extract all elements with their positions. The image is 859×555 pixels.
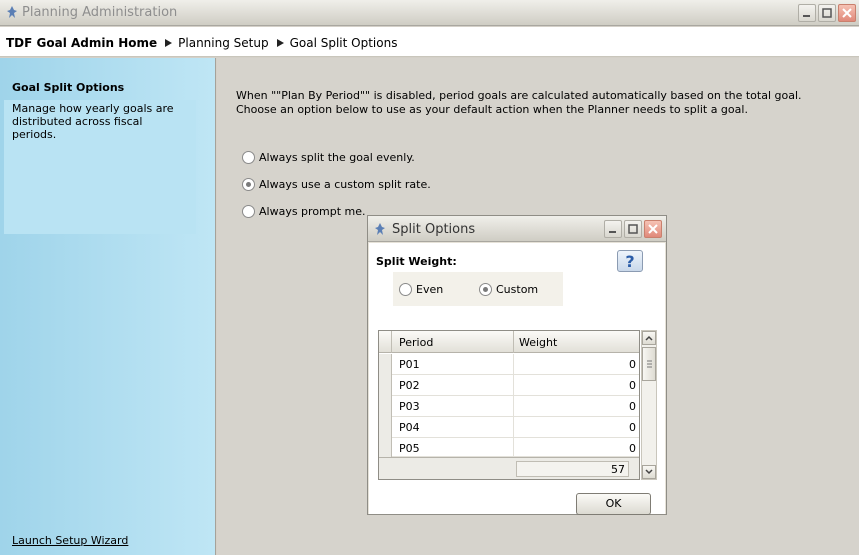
split-weight-selector: Even Custom [393, 272, 563, 306]
window-titlebar: Planning Administration [0, 0, 859, 26]
option-prompt-me[interactable]: Always prompt me. [242, 203, 366, 219]
grid-footer: 57 [379, 457, 639, 479]
breadcrumb-planning-setup[interactable]: Planning Setup [178, 36, 268, 50]
cell-weight[interactable]: 0 [513, 417, 639, 438]
row-selector[interactable] [379, 438, 392, 457]
window-title: Planning Administration [22, 5, 178, 20]
cell-period: P03 [399, 400, 420, 413]
app-icon [375, 223, 385, 235]
scroll-down-button[interactable] [642, 465, 656, 479]
split-options-dialog: Split Options Split Weight: ? Even Custo… [367, 215, 667, 515]
row-selector[interactable] [379, 396, 392, 417]
minimize-icon [609, 231, 616, 233]
weight-total: 57 [516, 461, 629, 477]
option-split-evenly-label: Always split the goal evenly. [259, 150, 415, 164]
breadcrumb-arrow-icon [165, 39, 173, 47]
close-button[interactable] [838, 4, 856, 22]
option-prompt-me-label: Always prompt me. [259, 204, 366, 218]
period-weight-grid: Period Weight P01 0 P02 0 P03 0 P04 0 P0… [378, 330, 640, 480]
maximize-icon [822, 8, 832, 18]
minimize-icon [803, 15, 810, 17]
grip-icon [647, 360, 652, 368]
chevron-down-icon [645, 469, 653, 475]
table-row[interactable]: P02 0 [379, 375, 639, 396]
dialog-titlebar: Split Options [368, 216, 666, 242]
chevron-up-icon [645, 335, 653, 341]
ok-button[interactable]: OK [576, 493, 651, 515]
row-selector[interactable] [379, 375, 392, 396]
table-row[interactable]: P03 0 [379, 396, 639, 417]
help-button[interactable]: ? [617, 250, 643, 272]
help-icon: ? [625, 252, 634, 271]
option-even-label: Even [416, 282, 444, 296]
grid-scrollbar[interactable] [641, 330, 657, 480]
minimize-button[interactable] [798, 4, 816, 22]
option-even[interactable]: Even [399, 281, 443, 297]
cell-period: P04 [399, 421, 420, 434]
close-icon [842, 8, 852, 18]
radio-custom-split[interactable] [242, 177, 255, 191]
table-row[interactable]: P05 0 [379, 438, 639, 457]
breadcrumb-goal-split-options: Goal Split Options [289, 36, 398, 50]
cell-period: P02 [399, 379, 420, 392]
column-header-weight[interactable]: Weight [513, 331, 562, 353]
intro-text: When ""Plan By Period"" is disabled, per… [236, 89, 802, 116]
breadcrumb-home[interactable]: TDF Goal Admin Home [6, 36, 157, 50]
cell-weight[interactable]: 0 [513, 375, 639, 396]
maximize-button[interactable] [818, 4, 836, 22]
maximize-icon [628, 224, 638, 234]
scroll-thumb[interactable] [642, 347, 656, 381]
svg-text:?: ? [625, 252, 634, 271]
split-weight-label: Split Weight: [376, 255, 457, 268]
grid-corner [379, 331, 392, 353]
row-selector[interactable] [379, 354, 392, 375]
sidebar: Goal Split Options Manage how yearly goa… [0, 58, 216, 555]
close-icon [648, 224, 658, 234]
dialog-title: Split Options [392, 222, 476, 237]
sidebar-heading: Goal Split Options [12, 81, 125, 94]
radio-even[interactable] [399, 282, 412, 296]
breadcrumb: TDF Goal Admin Home Planning Setup Goal Sp… [0, 27, 859, 57]
radio-custom[interactable] [479, 282, 492, 296]
cell-period: P05 [399, 442, 420, 455]
cell-period: P01 [399, 358, 420, 371]
grid-header: Period Weight [379, 331, 639, 353]
app-icon [7, 6, 17, 18]
row-selector[interactable] [379, 417, 392, 438]
breadcrumb-arrow-icon [276, 39, 284, 47]
option-custom-label: Custom [496, 282, 539, 296]
sidebar-description: Manage how yearly goals are distributed … [4, 100, 196, 234]
dialog-close-button[interactable] [644, 220, 662, 238]
dialog-minimize-button[interactable] [604, 220, 622, 238]
launch-setup-wizard-link[interactable]: Launch Setup Wizard [12, 534, 128, 547]
dialog-maximize-button[interactable] [624, 220, 642, 238]
option-custom-split-label: Always use a custom split rate. [259, 177, 431, 191]
radio-split-evenly[interactable] [242, 150, 255, 164]
table-row[interactable]: P04 0 [379, 417, 639, 438]
sidebar-description-text: Manage how yearly goals are distributed … [12, 102, 174, 141]
cell-weight[interactable]: 0 [513, 354, 639, 375]
option-custom[interactable]: Custom [479, 281, 538, 297]
option-custom-split[interactable]: Always use a custom split rate. [242, 176, 431, 192]
column-header-period[interactable]: Period [399, 336, 433, 349]
cell-weight[interactable]: 0 [513, 438, 639, 457]
dialog-body: Split Weight: ? Even Custom Period Weigh… [369, 243, 665, 515]
cell-weight[interactable]: 0 [513, 396, 639, 417]
table-row[interactable]: P01 0 [379, 354, 639, 375]
option-split-evenly[interactable]: Always split the goal evenly. [242, 149, 415, 165]
scroll-up-button[interactable] [642, 331, 656, 345]
radio-prompt-me[interactable] [242, 204, 255, 218]
